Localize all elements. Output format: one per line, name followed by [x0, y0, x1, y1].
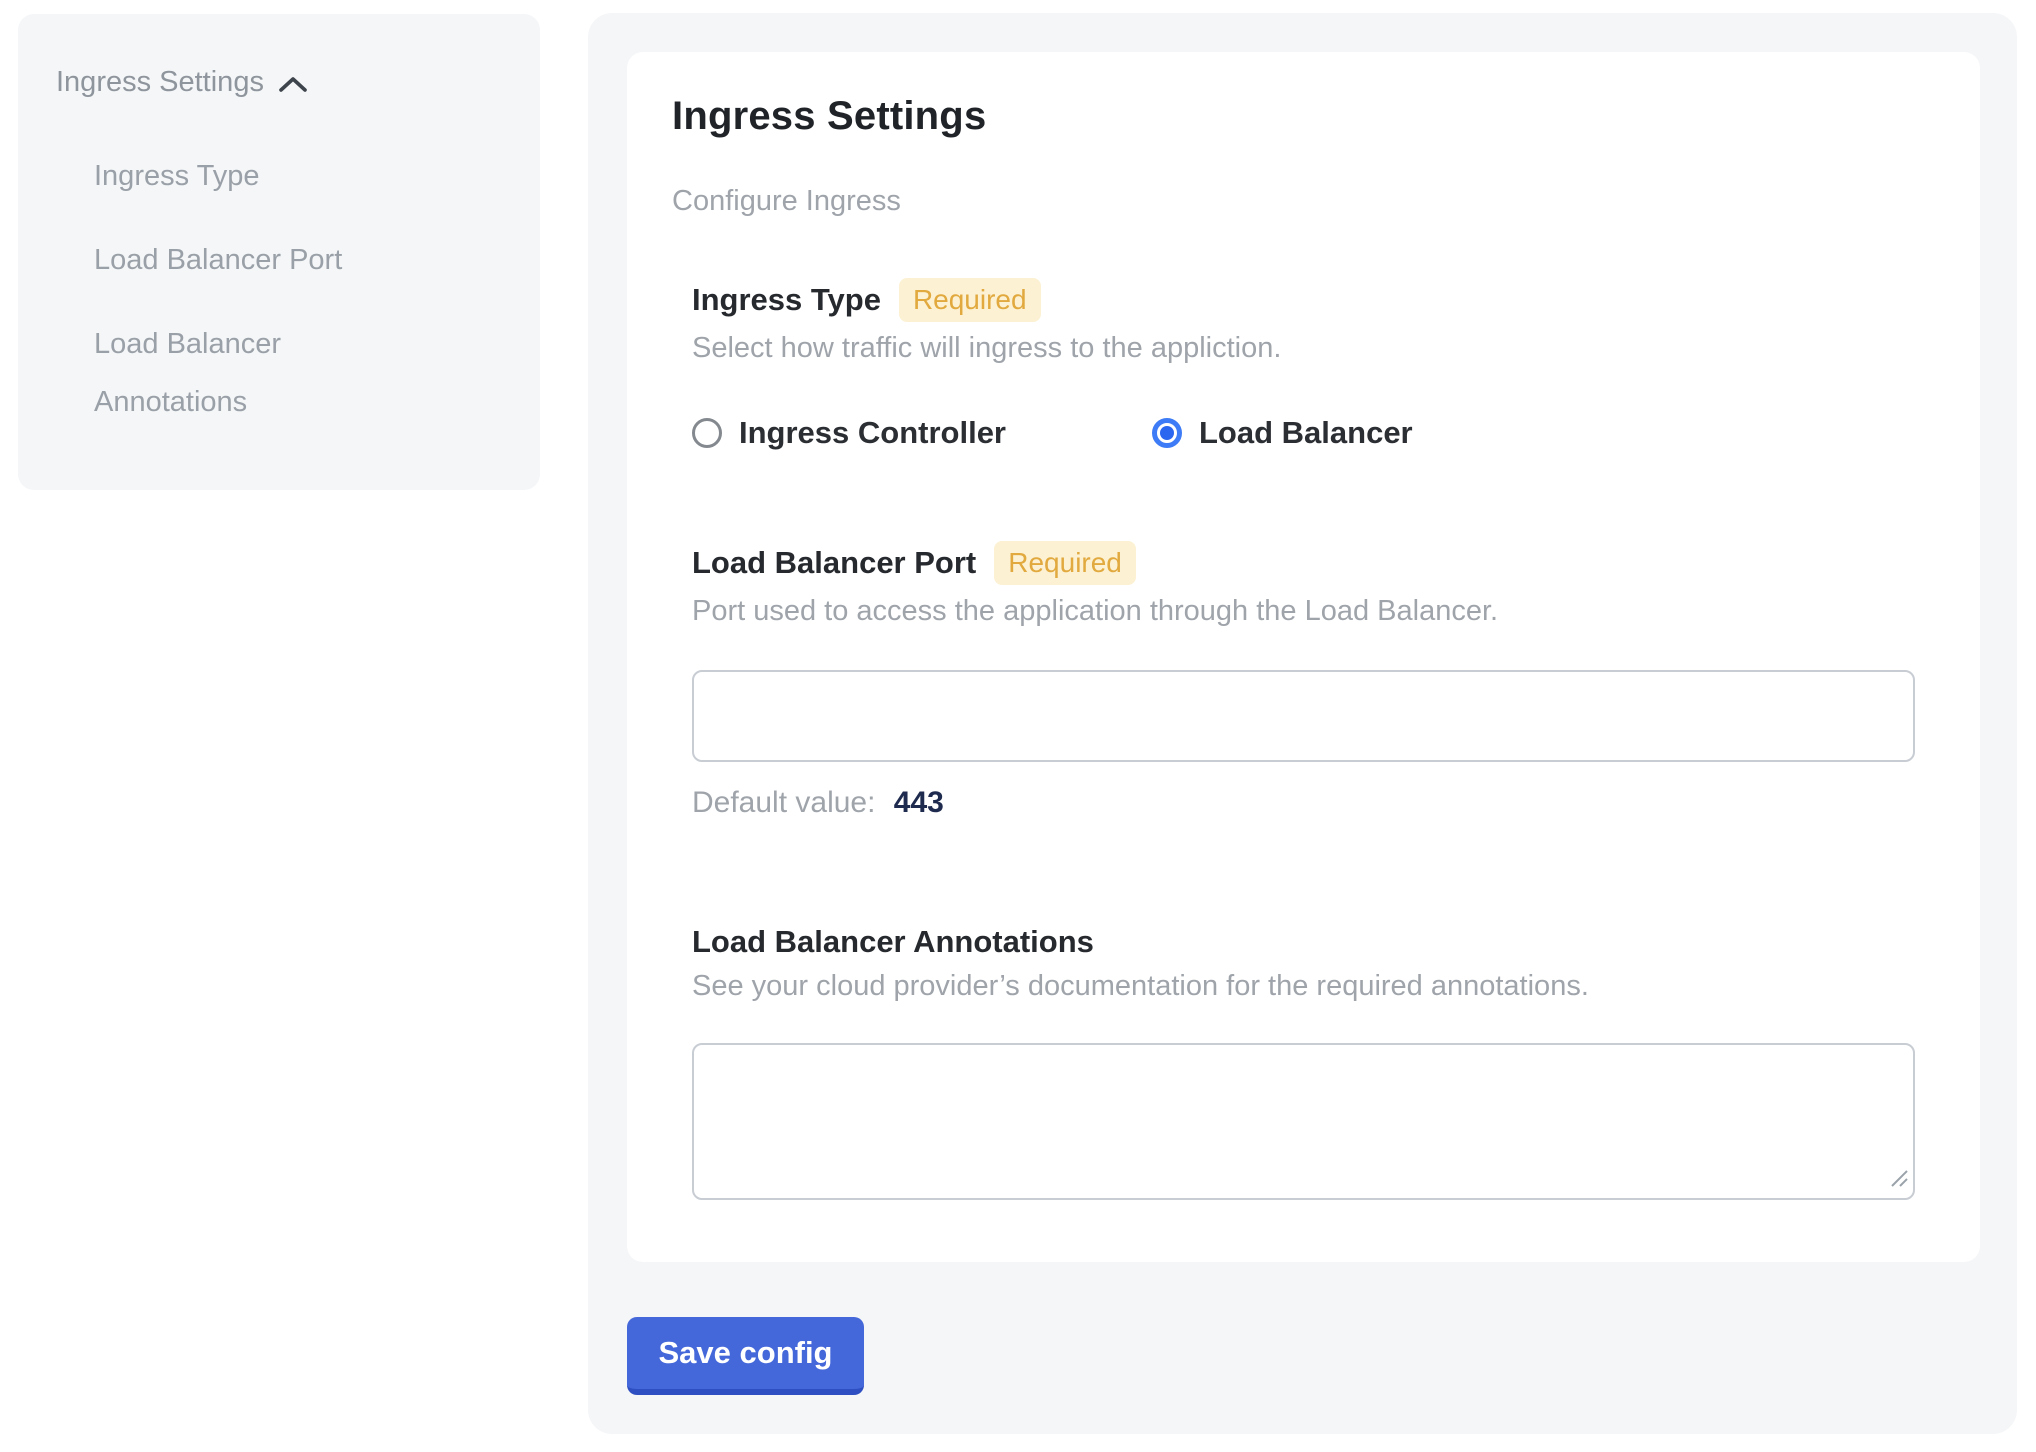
required-badge: Required — [899, 278, 1041, 322]
load-balancer-annotations-textarea[interactable] — [692, 1043, 1915, 1200]
sidebar-item-ingress-type[interactable]: Ingress Type — [94, 147, 394, 205]
required-badge: Required — [994, 541, 1136, 585]
lb-annotations-heading-row: Load Balancer Annotations — [692, 924, 1915, 960]
radio-unselected-icon[interactable] — [692, 418, 722, 448]
radio-selected-icon[interactable] — [1152, 418, 1182, 448]
section-ingress-type: Ingress Type Required Select how traffic… — [692, 278, 1915, 451]
ingress-type-label: Ingress Type — [692, 282, 881, 318]
default-value-label: Default value: — [692, 786, 875, 819]
sidebar-group-label: Ingress Settings — [56, 66, 264, 99]
lb-port-label: Load Balancer Port — [692, 545, 976, 581]
sidebar-item-list: Ingress Type Load Balancer Port Load Bal… — [94, 147, 394, 431]
page-title: Ingress Settings — [672, 94, 1915, 139]
page-subtitle: Configure Ingress — [672, 185, 1915, 218]
ingress-type-radio-group: Ingress Controller Load Balancer — [692, 415, 1915, 451]
resize-handle-icon[interactable] — [1888, 1167, 1910, 1194]
lb-port-description: Port used to access the application thro… — [692, 595, 1915, 628]
lb-annotations-label: Load Balancer Annotations — [692, 924, 1094, 960]
chevron-up-icon — [278, 76, 308, 94]
radio-option-load-balancer[interactable]: Load Balancer — [1152, 415, 1413, 451]
settings-sidebar: Ingress Settings Ingress Type Load Balan… — [18, 14, 540, 490]
radio-label-ingress-controller: Ingress Controller — [739, 415, 1006, 451]
ingress-type-heading-row: Ingress Type Required — [692, 278, 1915, 322]
section-load-balancer-port: Load Balancer Port Required Port used to… — [692, 541, 1915, 820]
sidebar-item-load-balancer-port[interactable]: Load Balancer Port — [94, 231, 394, 289]
sidebar-group-ingress-settings[interactable]: Ingress Settings — [56, 66, 510, 99]
load-balancer-port-input[interactable] — [692, 670, 1915, 762]
ingress-settings-card: Ingress Settings Configure Ingress Ingre… — [627, 52, 1980, 1262]
sidebar-item-load-balancer-annotations[interactable]: Load Balancer Annotations — [94, 315, 394, 431]
form-sections: Ingress Type Required Select how traffic… — [692, 278, 1915, 1200]
radio-option-ingress-controller[interactable]: Ingress Controller — [692, 415, 1006, 451]
lb-port-heading-row: Load Balancer Port Required — [692, 541, 1915, 585]
default-value-number: 443 — [894, 786, 944, 819]
save-config-button[interactable]: Save config — [627, 1317, 864, 1395]
lb-annotations-description: See your cloud provider’s documentation … — [692, 970, 1915, 1003]
ingress-settings-panel: Ingress Settings Configure Ingress Ingre… — [588, 13, 2017, 1434]
section-load-balancer-annotations: Load Balancer Annotations See your cloud… — [692, 924, 1915, 1200]
lb-port-default-line: Default value: 443 — [692, 786, 1915, 820]
ingress-type-description: Select how traffic will ingress to the a… — [692, 332, 1915, 365]
lb-annotations-textarea-wrap — [692, 1043, 1915, 1200]
radio-label-load-balancer: Load Balancer — [1199, 415, 1413, 451]
